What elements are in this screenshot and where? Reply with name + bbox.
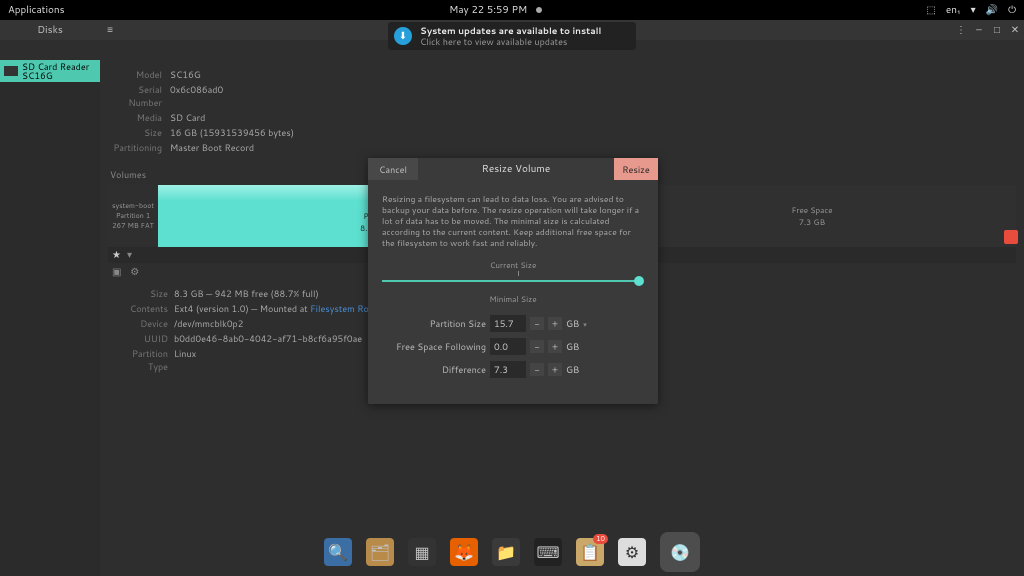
input-difference[interactable]: 7.3 [490, 361, 526, 378]
lbl-media: Media [112, 111, 162, 124]
val-serial: 0x6c086ad0 [170, 83, 223, 109]
menu-icon[interactable]: ⋮ [952, 23, 970, 37]
free-space[interactable]: Free Space 7.3 GB [608, 185, 1016, 247]
dialog-title: Resize Volume [418, 162, 614, 176]
val-size: 16 GB (15931539456 bytes) [170, 126, 294, 139]
current-size-mark [518, 271, 519, 276]
vd-lbl-ptype: Partition Type [112, 347, 168, 373]
dock-updates-icon[interactable]: 📋10 [576, 538, 604, 566]
input-free-space[interactable]: 0.0 [490, 338, 526, 355]
drive-details: Model SC16G Serial Number 0x6c086ad0 Media… [100, 60, 1024, 164]
star-icon[interactable]: ★ [112, 248, 121, 262]
free-plus-button[interactable]: + [548, 340, 562, 353]
maximize-button[interactable]: □ [988, 23, 1006, 37]
vd-val-ptype: Linux [174, 347, 196, 373]
row-free-space: Free Space Following 0.0 − + GB [382, 338, 644, 355]
vd-lbl-uuid: UUID [112, 332, 168, 345]
psize-unit-dropdown[interactable]: GB [566, 317, 590, 330]
cancel-button[interactable]: Cancel [368, 158, 418, 180]
vd-lbl-size: Size [112, 287, 168, 300]
resize-button[interactable]: Resize [614, 158, 658, 180]
current-size-label: Current Size [382, 259, 644, 271]
dock-nautilus-icon[interactable]: 📁 [492, 538, 520, 566]
p1-label: Partition 1 [116, 211, 150, 221]
free-minus-button[interactable]: − [530, 340, 544, 353]
row-partition-size: Partition Size 15.7 − + GB [382, 315, 644, 332]
wifi-icon[interactable]: ▾ [971, 3, 976, 17]
applications-menu[interactable]: Applications [8, 3, 65, 17]
slider-thumb[interactable] [634, 276, 644, 286]
clock[interactable]: May 22 5:59 PM [65, 3, 927, 17]
datetime-label: May 22 5:59 PM [449, 3, 527, 17]
lbl-difference: Difference [382, 363, 486, 376]
volume-icon[interactable]: 🔊 [986, 3, 998, 17]
diff-minus-button[interactable]: − [530, 363, 544, 376]
diff-plus-button[interactable]: + [548, 363, 562, 376]
lbl-free-space: Free Space Following [382, 340, 486, 353]
free-label: Free Space [791, 204, 832, 216]
vd-val-uuid: b0dd0e46-8ab0-4042-af71-b8cf6a95f0ae [174, 332, 362, 345]
dock-apps-icon[interactable]: ▦ [408, 538, 436, 566]
sidebar-item-sdcard[interactable]: SD Card Reader SC16G [0, 60, 100, 82]
vd-val-device: /dev/mmcblk0p2 [174, 317, 243, 330]
dock-disks-icon[interactable]: 💿 [660, 532, 700, 572]
lbl-model: Model [112, 68, 162, 81]
device-sub: SC16G [22, 71, 89, 80]
minimize-button[interactable]: – [970, 23, 988, 37]
power-icon[interactable]: ⏻ [1008, 3, 1016, 17]
hamburger-icon[interactable]: ≡ [100, 23, 120, 37]
lbl-partitioning: Partitioning [112, 141, 162, 154]
vd-lbl-contents: Contents [112, 302, 168, 315]
psize-plus-button[interactable]: + [548, 317, 562, 330]
warning-text: Resizing a filesystem can lead to data l… [382, 194, 644, 249]
p1-name: system-boot [112, 201, 154, 211]
dock-settings-icon[interactable]: ⚙ [618, 538, 646, 566]
dock-files-icon[interactable]: 🗂 [366, 538, 394, 566]
input-partition-size[interactable]: 15.7 [490, 315, 526, 332]
partition-1[interactable]: system-boot Partition 1 267 MB FAT [108, 185, 158, 247]
val-media: SD Card [170, 111, 205, 124]
psize-minus-button[interactable]: − [530, 317, 544, 330]
row-difference: Difference 7.3 − + GB [382, 361, 644, 378]
update-notification[interactable]: ⬇ System updates are available to instal… [388, 22, 636, 50]
lbl-serial: Serial Number [112, 83, 162, 109]
dock-firefox-icon[interactable]: 🦊 [450, 538, 478, 566]
val-model: SC16G [170, 68, 201, 81]
mount-icon[interactable]: ▣ [112, 265, 121, 279]
free-size: 7.3 GB [799, 216, 825, 228]
topbar: Applications May 22 5:59 PM ⬚ en₁ ▾ 🔊 ⏻ [0, 0, 1024, 20]
notification-dot-icon [536, 7, 542, 13]
notif-subtitle: Click here to view available updates [420, 36, 601, 47]
updates-badge: 10 [593, 534, 608, 544]
device-sidebar: SD Card Reader SC16G [0, 60, 100, 576]
vd-val-contents: Ext4 (version 1.0) — Mounted at Filesyst… [174, 302, 378, 315]
lbl-size: Size [112, 126, 162, 139]
gear-icon[interactable]: ⚙ [130, 265, 139, 279]
more-icon[interactable]: ▾ [127, 248, 132, 262]
resize-volume-dialog: Cancel Resize Volume Resize Resizing a f… [368, 158, 658, 404]
dialog-header: Cancel Resize Volume Resize [368, 158, 658, 180]
diff-unit: GB [566, 363, 590, 376]
dock-terminal-icon[interactable]: ⌨ [534, 538, 562, 566]
val-partitioning: Master Boot Record [170, 141, 254, 154]
vd-lbl-device: Device [112, 317, 168, 330]
dock: 🔍 🗂 ▦ 🦊 📁 ⌨ 📋10 ⚙ 💿 [324, 532, 700, 572]
disk-icon [4, 66, 18, 76]
lbl-partition-size: Partition Size [382, 317, 486, 330]
minimal-size-label: Minimal Size [382, 293, 644, 305]
update-icon: ⬇ [394, 27, 412, 45]
size-slider[interactable] [382, 271, 644, 291]
lang-indicator[interactable]: en₁ [946, 3, 961, 17]
delete-partition-button[interactable] [1004, 230, 1018, 244]
screen-icon[interactable]: ⬚ [926, 3, 935, 17]
p1-size: 267 MB FAT [112, 221, 154, 231]
vd-val-size: 8.3 GB — 942 MB free (88.7% full) [174, 287, 319, 300]
close-button[interactable]: ✕ [1006, 23, 1024, 37]
dock-search-icon[interactable]: 🔍 [324, 538, 352, 566]
status-area[interactable]: ⬚ en₁ ▾ 🔊 ⏻ [926, 3, 1016, 17]
window-title: Disks [0, 23, 100, 37]
free-unit: GB [566, 340, 590, 353]
